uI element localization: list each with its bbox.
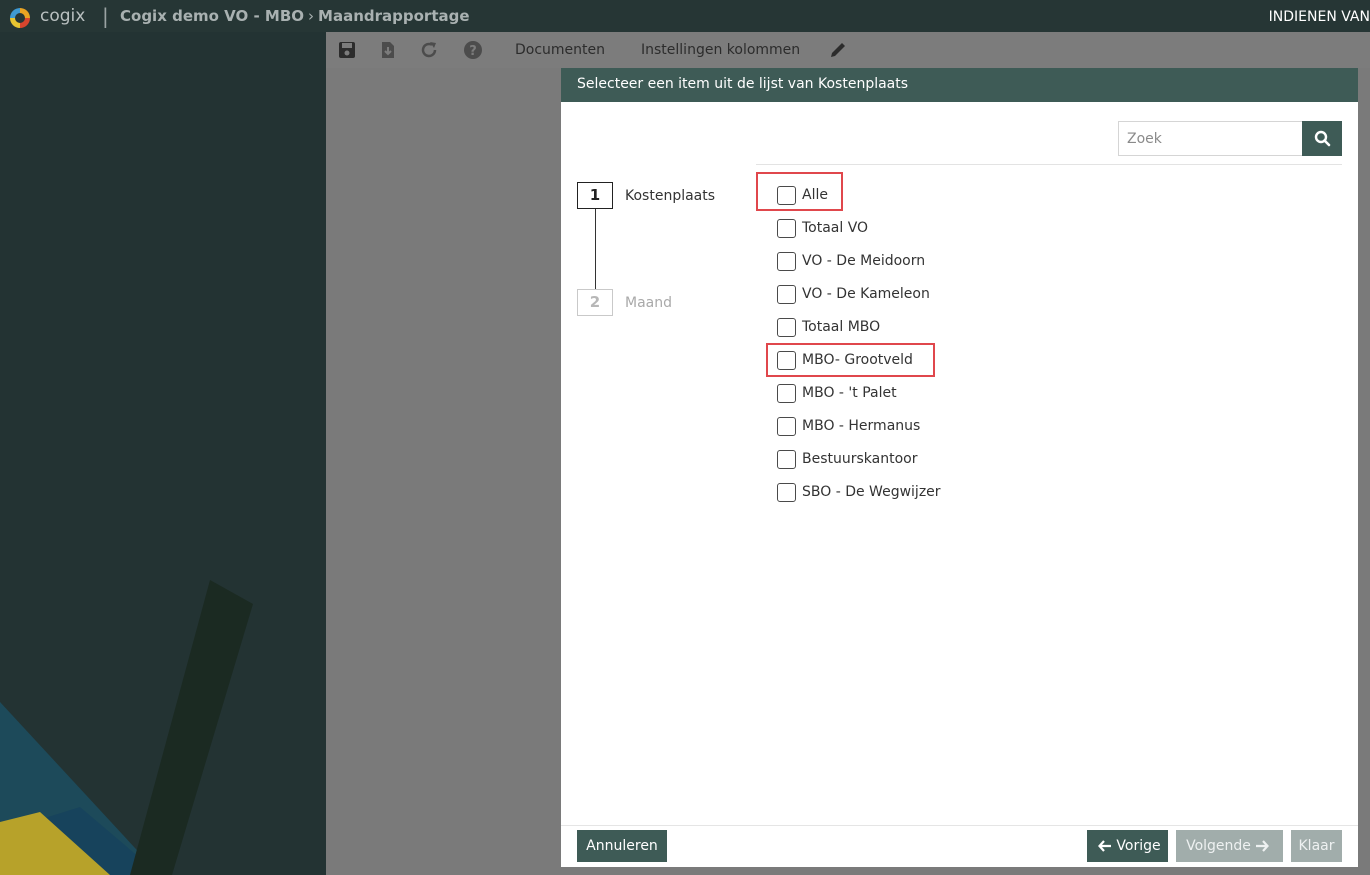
checkbox[interactable] <box>777 416 796 436</box>
option-mbo-hermanus[interactable]: MBO - Hermanus <box>777 414 920 438</box>
arrow-right-icon <box>1255 840 1269 852</box>
option-label: Totaal MBO <box>802 319 881 335</box>
checkbox[interactable] <box>777 251 796 271</box>
toolbar: ? Documenten Instellingen kolommen <box>326 32 1370 68</box>
step-2-label: Maand <box>625 295 672 311</box>
highlight-box-mbo-grootveld <box>766 343 935 377</box>
option-label: SBO - De Wegwijzer <box>802 484 941 500</box>
step-1-number[interactable]: 1 <box>577 182 613 209</box>
option-label: MBO - Hermanus <box>802 418 921 434</box>
option-vo-de-kameleon[interactable]: VO - De Kameleon <box>777 282 930 306</box>
option-vo-de-meidoorn[interactable]: VO - De Meidoorn <box>777 249 925 273</box>
option-sbo-de-wegwijzer[interactable]: SBO - De Wegwijzer <box>777 480 941 504</box>
search-divider <box>756 164 1342 165</box>
refresh-icon[interactable] <box>419 40 439 60</box>
next-label: Volgende <box>1186 838 1251 854</box>
breadcrumb: Cogix demo VO - MBO › Maandrapportage <box>120 7 470 25</box>
option-bestuurskantoor[interactable]: Bestuurskantoor <box>777 447 918 471</box>
step-2-number: 2 <box>577 289 613 316</box>
cancel-button[interactable]: Annuleren <box>577 830 667 862</box>
cogix-logo-icon <box>10 8 30 28</box>
checkbox[interactable] <box>777 317 796 337</box>
left-panel <box>0 32 326 875</box>
option-mbo-t-palet[interactable]: MBO - 't Palet <box>777 381 897 405</box>
brand-separator: | <box>102 4 109 28</box>
pencil-icon[interactable] <box>828 40 848 60</box>
option-label: VO - De Meidoorn <box>802 253 926 269</box>
column-settings-menu[interactable]: Instellingen kolommen <box>641 42 800 58</box>
dialog-title: Selecteer een item uit de lijst van Kost… <box>561 68 1358 102</box>
highlight-box-alle <box>756 172 843 211</box>
breadcrumb-separator: › <box>308 7 315 25</box>
search-input[interactable] <box>1118 121 1303 156</box>
done-button[interactable]: Klaar <box>1291 830 1342 862</box>
checkbox[interactable] <box>777 383 796 403</box>
download-icon[interactable] <box>378 40 398 60</box>
checkbox[interactable] <box>777 449 796 469</box>
option-totaal-vo[interactable]: Totaal VO <box>777 216 868 240</box>
step-connector <box>595 209 596 291</box>
arrow-left-icon <box>1098 840 1112 852</box>
option-label: Bestuurskantoor <box>802 451 918 467</box>
previous-button[interactable]: Vorige <box>1087 830 1168 862</box>
search-box <box>1118 121 1342 156</box>
option-totaal-mbo[interactable]: Totaal MBO <box>777 315 880 339</box>
breadcrumb-item-project[interactable]: Cogix demo VO - MBO <box>120 7 304 25</box>
checkbox[interactable] <box>777 218 796 238</box>
search-button[interactable] <box>1302 121 1342 156</box>
help-icon[interactable]: ? <box>463 40 483 60</box>
step-1-label[interactable]: Kostenplaats <box>625 188 715 204</box>
documents-menu[interactable]: Documenten <box>515 42 605 58</box>
checkbox[interactable] <box>777 482 796 502</box>
breadcrumb-item-report[interactable]: Maandrapportage <box>318 7 470 25</box>
option-label: Totaal VO <box>802 220 869 236</box>
checkbox[interactable] <box>777 284 796 304</box>
previous-label: Vorige <box>1116 838 1161 854</box>
next-button[interactable]: Volgende <box>1176 830 1283 862</box>
search-icon <box>1314 130 1330 147</box>
save-icon[interactable] <box>337 40 357 60</box>
option-label: MBO - 't Palet <box>802 385 897 401</box>
select-item-dialog: Selecteer een item uit de lijst van Kost… <box>561 68 1358 867</box>
decorative-background <box>0 580 253 875</box>
footer-divider <box>561 825 1358 826</box>
submit-button[interactable]: INDIENEN VAN <box>1269 9 1370 25</box>
brand-name[interactable]: cogix <box>40 6 85 26</box>
option-label: VO - De Kameleon <box>802 286 930 302</box>
top-bar: cogix | Cogix demo VO - MBO › Maandrapport… <box>0 0 1370 32</box>
svg-text:?: ? <box>469 44 477 59</box>
